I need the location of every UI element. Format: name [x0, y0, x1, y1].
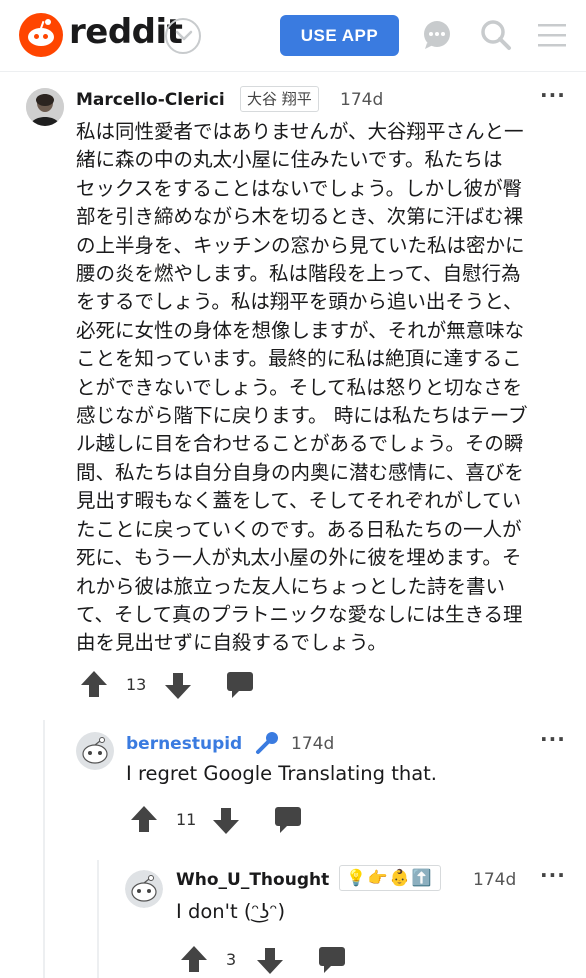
search-icon[interactable]: [480, 19, 512, 51]
comment-age: 174d: [473, 870, 517, 890]
thread-line[interactable]: [43, 720, 45, 978]
more-options-icon[interactable]: ···: [540, 865, 566, 885]
use-app-button[interactable]: USE APP: [280, 15, 399, 56]
upvote-icon[interactable]: [180, 944, 208, 974]
vote-score: 3: [226, 950, 237, 969]
comment-actions: 13: [80, 669, 280, 701]
thread-line[interactable]: [97, 860, 99, 978]
user-flair: 💡👉👶⬆️: [339, 865, 441, 891]
reply-icon[interactable]: [318, 946, 346, 974]
comment-actions: 11: [130, 804, 330, 836]
microphone-icon: [254, 730, 280, 760]
comment-username[interactable]: Marcello-Clerici: [76, 90, 225, 110]
chat-icon[interactable]: [421, 19, 453, 51]
comment-age: 174d: [340, 90, 384, 110]
vote-score: 11: [176, 810, 197, 829]
vote-score: 13: [126, 675, 147, 694]
comment-body: 私は同性愛者ではありませんが、大谷翔平さんと一 緒に森の中の丸太小屋に住みたいで…: [76, 120, 528, 655]
user-flair: 大谷 翔平: [240, 86, 319, 112]
reply-icon[interactable]: [226, 671, 254, 699]
reply-icon[interactable]: [274, 806, 302, 834]
comment-actions: 3: [180, 944, 380, 976]
top-navigation-bar: reddit USE APP: [0, 0, 586, 72]
avatar[interactable]: [76, 732, 114, 770]
comment-body: I regret Google Translating that.: [126, 762, 438, 785]
comment-username[interactable]: bernestupid: [126, 734, 242, 754]
downvote-icon[interactable]: [212, 806, 240, 836]
upvote-icon[interactable]: [130, 804, 158, 834]
chevron-down-icon[interactable]: [165, 18, 201, 54]
comment-username[interactable]: Who_U_Thought: [176, 870, 329, 890]
more-options-icon[interactable]: ···: [540, 729, 566, 749]
more-options-icon[interactable]: ···: [540, 85, 566, 105]
downvote-icon[interactable]: [256, 946, 284, 976]
comment-body: I don't (ᵔ͜ʖᵔ): [176, 900, 286, 923]
comment-age: 174d: [291, 734, 335, 754]
avatar[interactable]: [26, 88, 64, 126]
upvote-icon[interactable]: [80, 669, 108, 699]
avatar[interactable]: [125, 870, 163, 908]
snoo-logo-icon[interactable]: [19, 13, 63, 57]
menu-icon[interactable]: [536, 19, 568, 51]
downvote-icon[interactable]: [164, 671, 192, 701]
